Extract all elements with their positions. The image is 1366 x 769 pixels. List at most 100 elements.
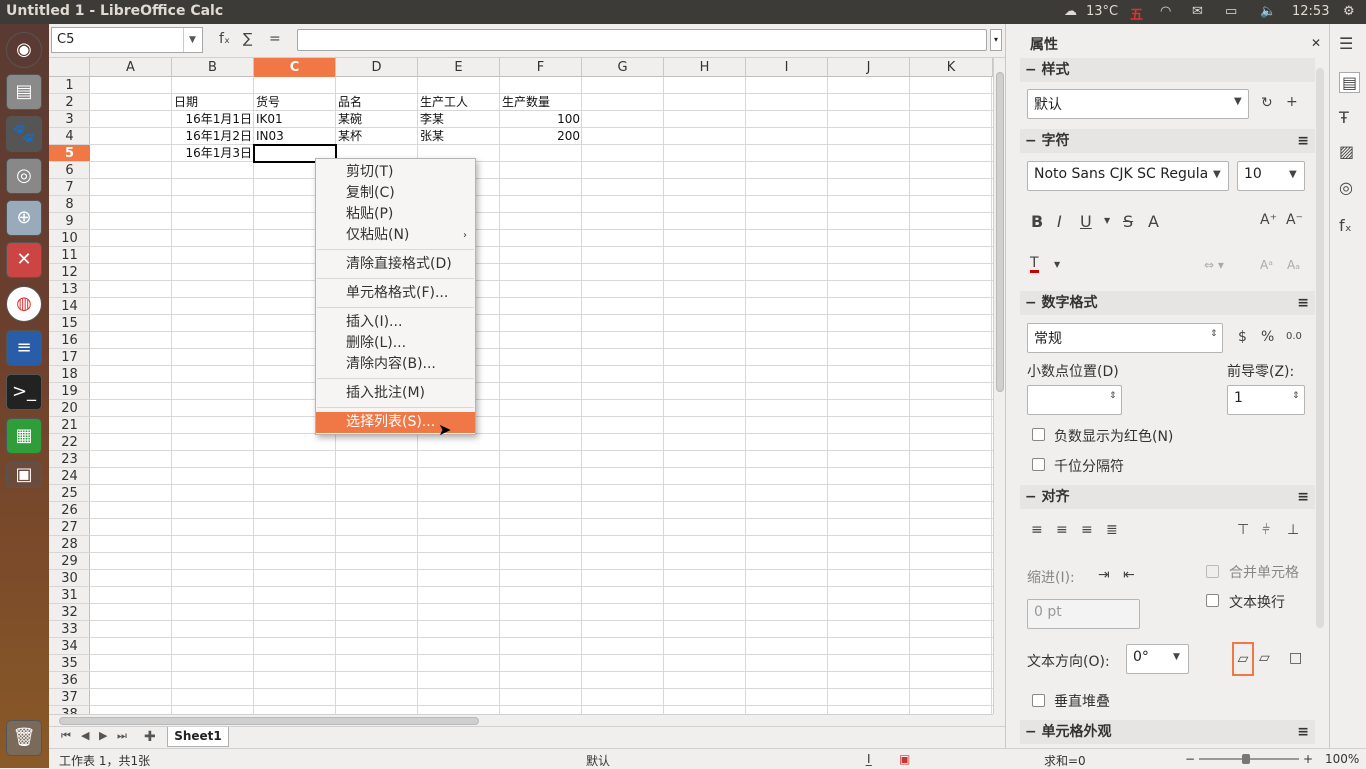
row-header-13[interactable]: 13 xyxy=(49,281,90,298)
vertical-scrollbar[interactable] xyxy=(993,58,1005,714)
column-header-d[interactable]: D xyxy=(336,58,418,77)
text-orientation-stacked-icon[interactable]: □ xyxy=(1289,650,1302,666)
cell-c3[interactable]: IK01 xyxy=(254,111,285,128)
menu-item-paste-special[interactable]: 仅粘贴(N) › xyxy=(316,225,475,246)
more-options-icon[interactable]: ≡ xyxy=(1297,129,1309,153)
zoom-out-icon[interactable]: − xyxy=(1185,752,1195,766)
character-section-header[interactable]: − 字符 ≡ xyxy=(1020,129,1315,153)
gallery-deck-icon[interactable]: ▨ xyxy=(1339,142,1354,161)
currency-format-button[interactable]: $ xyxy=(1238,329,1247,345)
workspace-icon[interactable]: ▣ xyxy=(6,462,42,488)
number-format-spin-icon[interactable]: ⇕ xyxy=(1210,329,1218,339)
cell-b5[interactable]: 16年1月3日 xyxy=(172,145,254,162)
row-header-38[interactable]: 38 xyxy=(49,706,90,714)
text-orientation-normal-icon[interactable]: ▱ xyxy=(1232,642,1254,676)
clock[interactable]: 12:53 xyxy=(1292,4,1329,19)
update-style-icon[interactable]: ↻ xyxy=(1261,95,1273,111)
first-sheet-icon[interactable]: ⏮ xyxy=(61,729,71,743)
column-header-e[interactable]: E xyxy=(418,58,500,77)
selection-mode-icon[interactable]: I̲ xyxy=(867,752,871,766)
sum-button[interactable]: ∑ xyxy=(243,31,252,47)
more-options-icon[interactable]: ≡ xyxy=(1297,291,1309,315)
row-header-35[interactable]: 35 xyxy=(49,655,90,672)
percent-format-button[interactable]: % xyxy=(1261,329,1274,345)
increase-font-icon[interactable]: A⁺ xyxy=(1260,212,1277,228)
navigator-deck-icon[interactable]: ◎ xyxy=(1339,178,1353,197)
camera-icon[interactable]: ◎ xyxy=(6,158,42,194)
cell-e2[interactable]: 生产工人 xyxy=(418,94,470,111)
cell-e3[interactable]: 李某 xyxy=(418,111,446,128)
row-header-17[interactable]: 17 xyxy=(49,349,90,366)
weather-icon[interactable]: ☁ xyxy=(1064,4,1077,19)
sum-display[interactable]: 求和=0 xyxy=(1044,752,1086,769)
cell-f2[interactable]: 生产数量 xyxy=(500,94,552,111)
align-center-icon[interactable]: ≡ xyxy=(1056,522,1068,538)
column-header-k[interactable]: K xyxy=(910,58,993,77)
row-header-8[interactable]: 8 xyxy=(49,196,90,213)
row-header-10[interactable]: 10 xyxy=(49,230,90,247)
text-orientation-tilt-icon[interactable]: ▱ xyxy=(1259,650,1270,666)
next-sheet-icon[interactable]: ▶ xyxy=(99,729,107,742)
settings-icon[interactable]: ✕ xyxy=(6,242,42,278)
italic-button[interactable]: I xyxy=(1057,212,1062,231)
alignment-section-header[interactable]: − 对齐 ≡ xyxy=(1020,485,1315,509)
cell-f3[interactable]: 100 xyxy=(500,111,582,128)
leading-zeros-spin-icon[interactable]: ⇕ xyxy=(1292,391,1300,401)
more-options-icon[interactable]: ≡ xyxy=(1297,720,1309,744)
cell-c2[interactable]: 货号 xyxy=(254,94,282,111)
row-header-22[interactable]: 22 xyxy=(49,434,90,451)
align-top-icon[interactable]: ⊤ xyxy=(1237,522,1249,538)
dash-icon[interactable]: ◉ xyxy=(6,32,42,68)
thousands-separator-checkbox[interactable] xyxy=(1032,458,1045,471)
row-header-24[interactable]: 24 xyxy=(49,468,90,485)
power-icon[interactable]: ⚙ xyxy=(1343,4,1355,19)
horizontal-scroll-thumb[interactable] xyxy=(59,717,479,725)
functions-deck-icon[interactable]: fₓ xyxy=(1339,216,1352,235)
cell-b3[interactable]: 16年1月1日 xyxy=(172,111,254,128)
decimal-format-button[interactable]: 0.0 xyxy=(1286,331,1302,342)
temperature[interactable]: 13°C xyxy=(1086,4,1118,19)
row-header-36[interactable]: 36 xyxy=(49,672,90,689)
align-justify-icon[interactable]: ≣ xyxy=(1106,522,1118,538)
column-header-h[interactable]: H xyxy=(664,58,746,77)
number-format-section-header[interactable]: − 数字格式 ≡ xyxy=(1020,291,1315,315)
sheet-tab-sheet1[interactable]: Sheet1 xyxy=(167,727,229,747)
column-header-i[interactable]: I xyxy=(746,58,828,77)
menu-item-delete[interactable]: 删除(L)... xyxy=(316,333,475,354)
decimals-spin-icon[interactable]: ⇕ xyxy=(1109,391,1117,401)
volume-icon[interactable]: 🔈 xyxy=(1260,4,1276,19)
align-right-icon[interactable]: ≡ xyxy=(1081,522,1093,538)
row-header-6[interactable]: 6 xyxy=(49,162,90,179)
vertical-scroll-thumb[interactable] xyxy=(996,72,1004,392)
formula-input[interactable] xyxy=(297,29,987,51)
row-header-11[interactable]: 11 xyxy=(49,247,90,264)
decrease-font-icon[interactable]: A⁻ xyxy=(1286,212,1303,228)
number-format-select[interactable]: 常规 xyxy=(1027,323,1223,353)
calc-icon[interactable]: ▦ xyxy=(6,418,42,454)
underline-dropdown-icon[interactable]: ▼ xyxy=(1104,216,1110,225)
row-header-25[interactable]: 25 xyxy=(49,485,90,502)
underline-button[interactable]: U xyxy=(1080,212,1092,231)
gimp-icon[interactable]: 🐾 xyxy=(6,116,42,152)
last-sheet-icon[interactable]: ⏭ xyxy=(117,729,127,743)
cell-d2[interactable]: 品名 xyxy=(336,94,364,111)
formula-button[interactable]: = xyxy=(269,31,281,47)
column-header-a[interactable]: A xyxy=(90,58,172,77)
wifi-icon[interactable]: ◠ xyxy=(1160,4,1171,19)
sidebar-scrollbar[interactable] xyxy=(1316,68,1324,628)
row-header-26[interactable]: 26 xyxy=(49,502,90,519)
align-bottom-icon[interactable]: ⊥ xyxy=(1287,522,1299,538)
bold-button[interactable]: B xyxy=(1031,212,1043,231)
styles-section-header[interactable]: − 样式 xyxy=(1020,58,1315,82)
row-header-5[interactable]: 5 xyxy=(49,145,90,162)
column-header-f[interactable]: F xyxy=(500,58,582,77)
prev-sheet-icon[interactable]: ◀ xyxy=(81,729,89,742)
row-header-23[interactable]: 23 xyxy=(49,451,90,468)
cell-area[interactable]: 日期 货号 品名 生产工人 生产数量 16年1月1日 IK01 某碗 李某 10… xyxy=(90,77,993,714)
row-header-1[interactable]: 1 xyxy=(49,77,90,94)
menu-item-clear-contents[interactable]: 清除内容(B)... xyxy=(316,354,475,375)
row-header-32[interactable]: 32 xyxy=(49,604,90,621)
font-color-dropdown-icon[interactable]: ▼ xyxy=(1054,260,1060,269)
row-header-27[interactable]: 27 xyxy=(49,519,90,536)
row-header-15[interactable]: 15 xyxy=(49,315,90,332)
